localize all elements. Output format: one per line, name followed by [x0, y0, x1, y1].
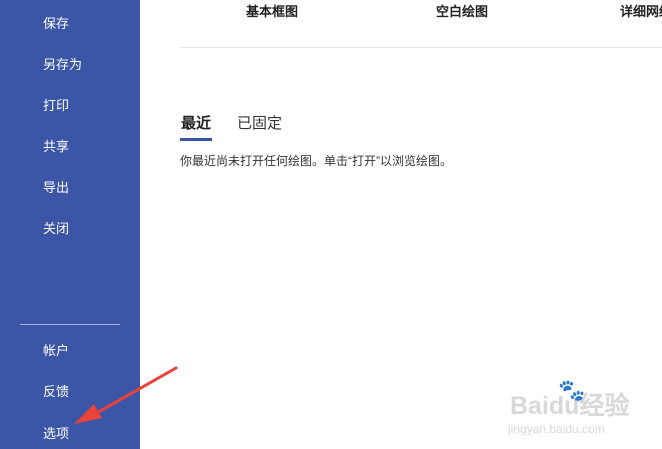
- watermark-main-text: Baidu经验: [510, 392, 630, 420]
- watermark-url-text: jingyan.baidu.com: [508, 422, 605, 436]
- baidu-watermark: 🐾 Baidu经验 jingyan.baidu.com: [506, 378, 656, 440]
